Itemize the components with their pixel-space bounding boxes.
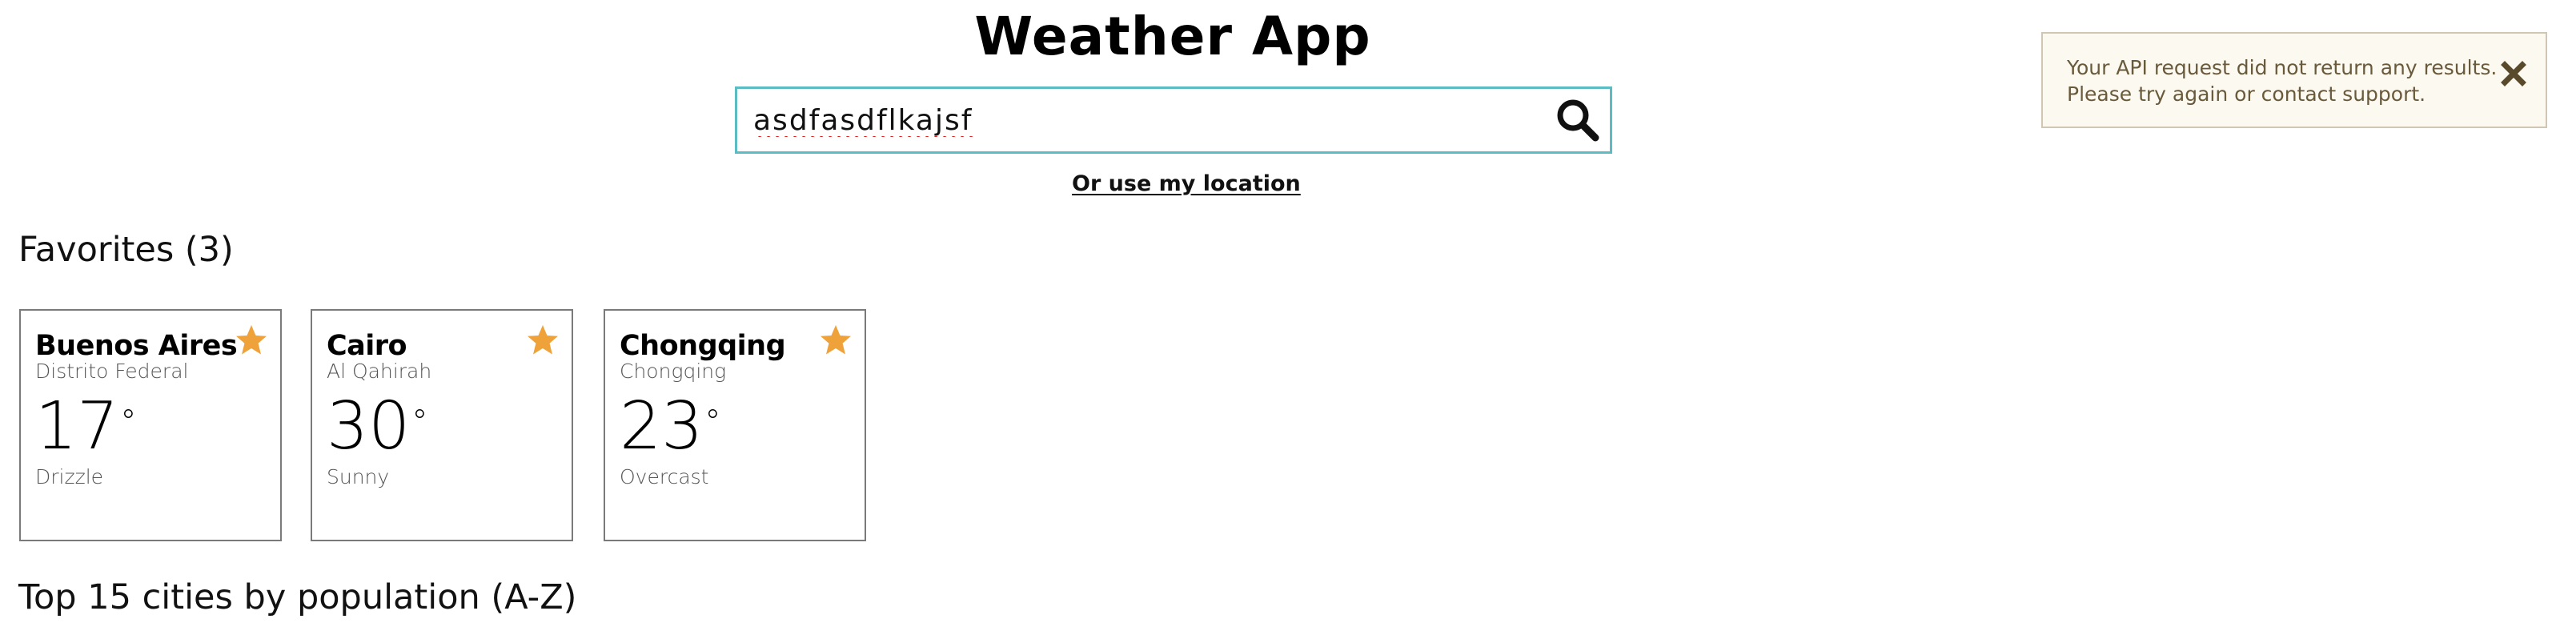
search-button[interactable] — [1552, 95, 1603, 145]
star-icon — [821, 325, 851, 355]
degree-symbol: ° — [120, 404, 137, 440]
favorite-card-chongqing[interactable]: Chongqing Chongqing 23° Overcast — [604, 309, 866, 541]
weather-app-page: Weather App Or use my location Your API … — [0, 0, 2576, 639]
error-message-line-2: Please try again or contact support. — [2067, 82, 2426, 106]
favorite-toggle-button[interactable] — [818, 324, 853, 357]
error-notification: Your API request did not return any resu… — [2041, 32, 2547, 128]
card-temperature-value: 17 — [35, 388, 119, 464]
card-condition: Overcast — [620, 465, 709, 488]
error-message-line-1: Your API request did not return any resu… — [2067, 56, 2498, 79]
card-region: Al Qahirah — [327, 360, 432, 383]
card-temperature: 30° — [327, 391, 572, 463]
favorite-toggle-button[interactable] — [525, 324, 560, 357]
error-message: Your API request did not return any resu… — [2067, 54, 2499, 107]
favorite-card-cairo[interactable]: Cairo Al Qahirah 30° Sunny — [311, 309, 573, 541]
favorite-card-buenos-aires[interactable]: Buenos Aires Distrito Federal 17° Drizzl… — [19, 309, 282, 541]
use-my-location-link[interactable]: Or use my location — [1072, 168, 1301, 200]
card-temperature-value: 23 — [620, 388, 704, 464]
card-temperature: 23° — [620, 391, 865, 463]
search-icon — [1557, 99, 1599, 142]
degree-symbol: ° — [411, 404, 428, 440]
card-region: Distrito Federal — [35, 360, 189, 383]
search-input[interactable] — [737, 89, 1506, 151]
star-icon — [528, 325, 558, 355]
card-condition: Sunny — [327, 465, 390, 488]
search-bar — [735, 86, 1612, 154]
favorites-heading: Favorites (3) — [18, 230, 234, 270]
card-temperature-value: 30 — [327, 388, 411, 464]
close-notification-button[interactable] — [2498, 58, 2530, 90]
degree-symbol: ° — [704, 404, 721, 440]
close-icon — [2501, 61, 2526, 86]
star-icon — [236, 325, 267, 355]
card-condition: Drizzle — [35, 465, 104, 488]
card-temperature: 17° — [35, 391, 280, 463]
top-cities-heading: Top 15 cities by population (A-Z) — [18, 577, 577, 617]
favorite-toggle-button[interactable] — [234, 324, 269, 357]
